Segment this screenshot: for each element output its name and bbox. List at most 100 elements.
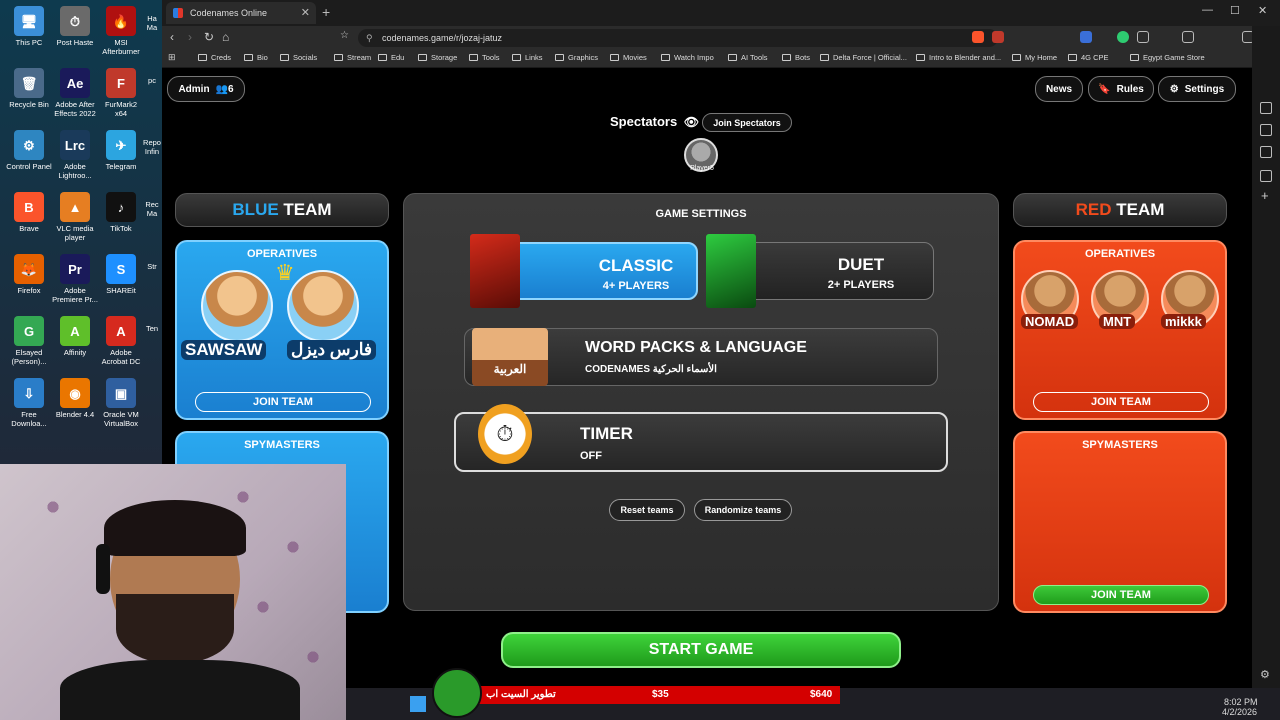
folder-icon xyxy=(728,54,737,61)
bookmark-item[interactable]: Storage xyxy=(418,53,457,62)
sidebar-history-icon[interactable] xyxy=(1260,170,1272,182)
desktop-icon-label: Adobe After Effects 2022 xyxy=(54,100,96,118)
desktop-icon-label[interactable]: pc xyxy=(142,76,162,85)
sidebar-settings-icon[interactable]: ⚙ xyxy=(1260,668,1270,681)
tab-title: Codenames Online xyxy=(190,8,268,18)
bookmark-item[interactable]: Bots xyxy=(782,53,810,62)
desktop-icon[interactable]: G Elsayed (Person)... xyxy=(6,316,52,366)
desktop-icon[interactable]: ⚙ Control Panel xyxy=(6,130,52,171)
close-window-icon[interactable]: ✕ xyxy=(1258,4,1267,17)
bookmark-item[interactable]: Links xyxy=(512,53,543,62)
ticker-text: تطوير السيت اب xyxy=(486,689,556,700)
desktop-icon[interactable]: 🦊 Firefox xyxy=(6,254,52,295)
admin-button[interactable]: Admin 👥 6 xyxy=(167,76,245,102)
reset-teams-button[interactable]: Reset teams xyxy=(609,499,685,521)
desktop-icon[interactable]: A Affinity xyxy=(52,316,98,357)
desktop-icon[interactable]: F FurMark2 x64 xyxy=(98,68,144,118)
player-name-mnt: MNT xyxy=(1099,314,1136,329)
bookmark-icon[interactable]: ☆ xyxy=(340,30,349,41)
desktop-icon[interactable]: B Brave xyxy=(6,192,52,233)
red-join-spymasters-button[interactable]: JOIN TEAM xyxy=(1033,585,1209,605)
desktop-icon[interactable]: ♪ TikTok xyxy=(98,192,144,233)
desktop-app-icon: ✈ xyxy=(106,130,136,160)
grammarly-icon[interactable] xyxy=(1117,31,1129,43)
join-spectators-button[interactable]: Join Spectators xyxy=(702,113,792,132)
desktop-app-icon: B xyxy=(14,192,44,222)
sidebar-reading-icon[interactable] xyxy=(1260,102,1272,114)
bookmark-item[interactable]: AI Tools xyxy=(728,53,768,62)
maximize-icon[interactable]: ☐ xyxy=(1230,4,1240,17)
desktop-icon[interactable]: ⏱ Post Haste xyxy=(52,6,98,47)
randomize-teams-button[interactable]: Randomize teams xyxy=(694,499,792,521)
bookmark-item[interactable]: Watch Impo xyxy=(661,53,714,62)
apps-grid-icon[interactable]: ⊞ xyxy=(168,52,176,63)
desktop-icon-label: SHAREit xyxy=(106,286,136,295)
red-join-operatives-button[interactable]: JOIN TEAM xyxy=(1033,392,1209,412)
desktop-icon-label[interactable]: Ten xyxy=(142,324,162,333)
extensions-puzzle-icon[interactable] xyxy=(1137,31,1149,43)
desktop-icon[interactable]: ▲ VLC media player xyxy=(52,192,98,242)
windows-start-icon[interactable] xyxy=(410,696,426,712)
rules-button[interactable]: 🔖 Rules xyxy=(1088,76,1154,102)
minimize-icon[interactable]: — xyxy=(1202,4,1213,16)
bookmark-item[interactable]: Egypt Game Store xyxy=(1130,53,1205,62)
news-button[interactable]: News xyxy=(1035,76,1083,102)
close-tab-icon[interactable]: ✕ xyxy=(301,6,310,19)
extension-icon[interactable] xyxy=(1080,31,1092,43)
bookmark-item[interactable]: Movies xyxy=(610,53,647,62)
brave-rewards-icon[interactable] xyxy=(992,31,1004,43)
desktop-icon[interactable]: A Adobe Acrobat DC xyxy=(98,316,144,366)
bookmark-item[interactable]: 4G CPE xyxy=(1068,53,1109,62)
bookmark-item[interactable]: Delta Force | Official... xyxy=(820,53,907,62)
tab-codenames[interactable]: Codenames Online ✕ xyxy=(166,2,316,24)
bookmark-item[interactable]: Graphics xyxy=(555,53,598,62)
desktop-icon-label[interactable]: Ha Ma xyxy=(142,14,162,32)
sidebar-toggle-icon[interactable] xyxy=(1182,31,1194,43)
forward-icon[interactable]: › xyxy=(188,30,192,44)
bookmark-item[interactable]: Tools xyxy=(469,53,500,62)
desktop-icon-label: TikTok xyxy=(110,224,132,233)
brave-shield-icon[interactable] xyxy=(972,31,984,43)
desktop-icon-label[interactable]: Repo Infin xyxy=(142,138,162,156)
desktop-icon[interactable]: 🔥 MSI Afterburner xyxy=(98,6,144,56)
desktop-icon[interactable]: ✈ Telegram xyxy=(98,130,144,171)
randomize-teams-label: Randomize teams xyxy=(704,505,782,515)
sidebar-wallet-icon[interactable] xyxy=(1260,146,1272,158)
settings-button[interactable]: ⚙ Settings xyxy=(1158,76,1236,102)
sidebar-bookmarks-icon[interactable] xyxy=(1260,124,1272,136)
bookmark-item[interactable]: Socials xyxy=(280,53,317,62)
desktop-icon[interactable]: ▣ Oracle VM VirtualBox xyxy=(98,378,144,428)
sidebar-add-icon[interactable]: + xyxy=(1261,188,1269,203)
back-icon[interactable]: ‹ xyxy=(170,30,174,44)
game-settings-panel: GAME SETTINGS CLASSIC 4+ PLAYERS DUET 2+… xyxy=(403,193,999,611)
desktop-icon[interactable]: 🗑 Recycle Bin xyxy=(6,68,52,109)
blue-team-header: BLUE TEAM xyxy=(175,193,389,227)
desktop-icon[interactable]: Pr Adobe Premiere Pr... xyxy=(52,254,98,304)
desktop-icon[interactable]: Lrc Adobe Lightroo... xyxy=(52,130,98,180)
new-tab-icon[interactable]: + xyxy=(322,4,330,20)
desktop-icon[interactable]: S SHAREit xyxy=(98,254,144,295)
red-team-word: TEAM xyxy=(1116,200,1165,219)
desktop-icon-label[interactable]: Rec Ma xyxy=(142,200,162,218)
desktop-icon[interactable]: ◉ Blender 4.4 xyxy=(52,378,98,419)
site-info-icon[interactable]: ⚲ xyxy=(366,29,373,47)
bookmark-item[interactable]: Intro to Blender and... xyxy=(916,53,1001,62)
ticker-amount-2: $640 xyxy=(810,689,833,700)
home-icon[interactable]: ⌂ xyxy=(222,30,229,44)
start-game-button[interactable]: START GAME xyxy=(501,632,901,668)
browser-sidebar: + ⚙ xyxy=(1252,26,1280,720)
desktop-icon[interactable]: ⇩ Free Downloa... xyxy=(6,378,52,428)
bookmark-item[interactable]: Edu xyxy=(378,53,404,62)
bookmark-item[interactable]: Creds xyxy=(198,53,231,62)
bookmark-label: AI Tools xyxy=(741,53,768,62)
bookmark-item[interactable]: Bio xyxy=(244,53,268,62)
bookmark-item[interactable]: Stream xyxy=(334,53,371,62)
url-field[interactable]: ⚲ codenames.game/r/jozaj-jatuz xyxy=(358,29,998,47)
bookmark-item[interactable]: My Home xyxy=(1012,53,1057,62)
desktop-icon[interactable]: 🖥 This PC xyxy=(6,6,52,47)
desktop-icon-label[interactable]: Str xyxy=(142,262,162,271)
blue-join-operatives-button[interactable]: JOIN TEAM xyxy=(195,392,371,412)
reload-icon[interactable]: ↻ xyxy=(204,30,214,44)
folder-icon xyxy=(555,54,564,61)
desktop-icon[interactable]: Ae Adobe After Effects 2022 xyxy=(52,68,98,118)
